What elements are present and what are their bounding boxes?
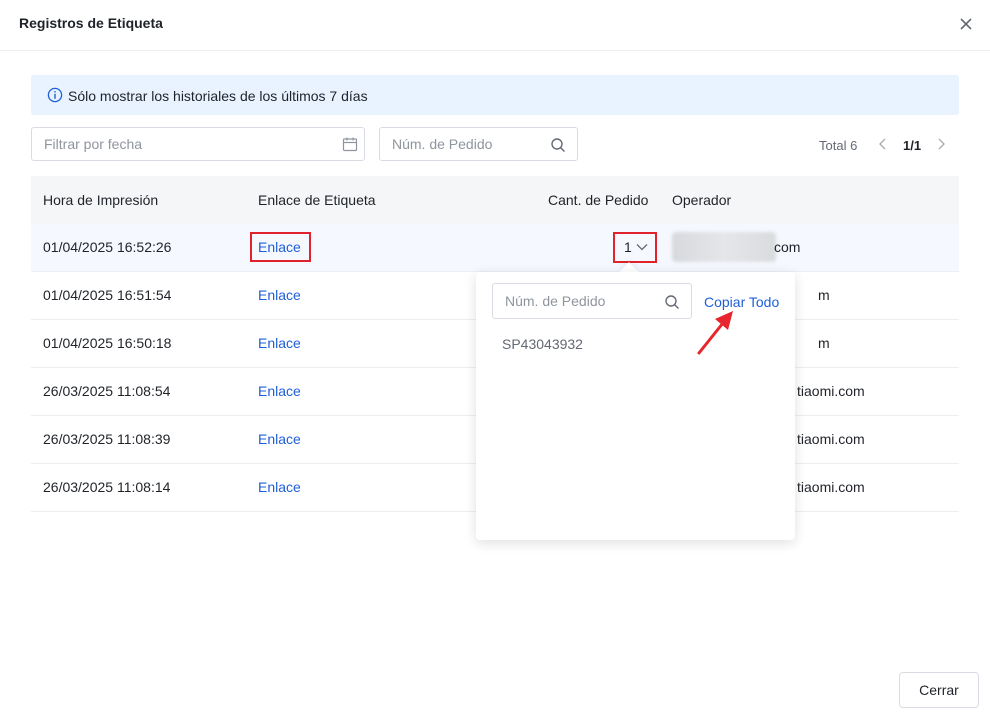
label-link[interactable]: Enlace: [258, 287, 301, 303]
date-filter-input[interactable]: [44, 128, 324, 160]
search-icon[interactable]: [550, 137, 566, 153]
chevron-left-icon[interactable]: [876, 137, 890, 151]
annotation-arrow-icon: [697, 311, 733, 355]
cell-operator: tiaomi.com: [797, 479, 865, 495]
popover-search-input[interactable]: [505, 284, 655, 318]
header-order-qty: Cant. de Pedido: [548, 192, 649, 208]
cell-print-time: 01/04/2025 16:51:54: [43, 287, 172, 303]
notice-banner: Sólo mostrar los historiales de los últi…: [31, 75, 959, 115]
header-label-link: Enlace de Etiqueta: [258, 192, 376, 208]
cell-operator: m: [818, 287, 830, 303]
cell-operator: tiaomi.com: [797, 383, 865, 399]
close-button[interactable]: Cerrar: [899, 672, 979, 708]
table-row: 01/04/2025 16:52:26 Enlace 1 com: [31, 224, 959, 272]
cell-operator: tiaomi.com: [797, 431, 865, 447]
cell-print-time: 26/03/2025 11:08:39: [43, 431, 171, 447]
search-icon[interactable]: [664, 294, 680, 310]
popover-search[interactable]: [492, 283, 692, 319]
order-number-item: SP43043932: [502, 336, 583, 352]
dialog-header: Registros de Etiqueta: [0, 0, 990, 51]
chevron-right-icon[interactable]: [934, 137, 948, 151]
table-header: Hora de Impresión Enlace de Etiqueta Can…: [31, 176, 959, 224]
date-filter[interactable]: [31, 127, 365, 161]
highlight-box: [613, 232, 657, 263]
info-icon: [47, 87, 63, 103]
calendar-icon[interactable]: [342, 136, 358, 152]
label-link[interactable]: Enlace: [258, 431, 301, 447]
cell-operator: m: [818, 335, 830, 351]
notice-text: Sólo mostrar los historiales de los últi…: [68, 88, 368, 104]
label-link[interactable]: Enlace: [258, 479, 301, 495]
order-search[interactable]: [379, 127, 578, 161]
dialog-title: Registros de Etiqueta: [19, 15, 163, 31]
order-search-input[interactable]: [392, 128, 542, 160]
highlight-box: [250, 232, 311, 262]
header-print-time: Hora de Impresión: [43, 192, 159, 208]
cell-operator: com: [774, 239, 801, 255]
label-link[interactable]: Enlace: [258, 335, 301, 351]
order-list-popover: Copiar Todo SP43043932: [476, 272, 795, 540]
blurred-operator: [672, 232, 776, 262]
pagination-current: 1/1: [903, 138, 922, 153]
label-link[interactable]: Enlace: [258, 383, 301, 399]
header-operator: Operador: [672, 192, 732, 208]
cell-print-time: 26/03/2025 11:08:14: [43, 479, 171, 495]
close-icon[interactable]: [958, 16, 974, 32]
cell-print-time: 26/03/2025 11:08:54: [43, 383, 171, 399]
cell-print-time: 01/04/2025 16:52:26: [43, 239, 172, 255]
cell-print-time: 01/04/2025 16:50:18: [43, 335, 172, 351]
pagination-total: Total 6: [819, 138, 858, 153]
